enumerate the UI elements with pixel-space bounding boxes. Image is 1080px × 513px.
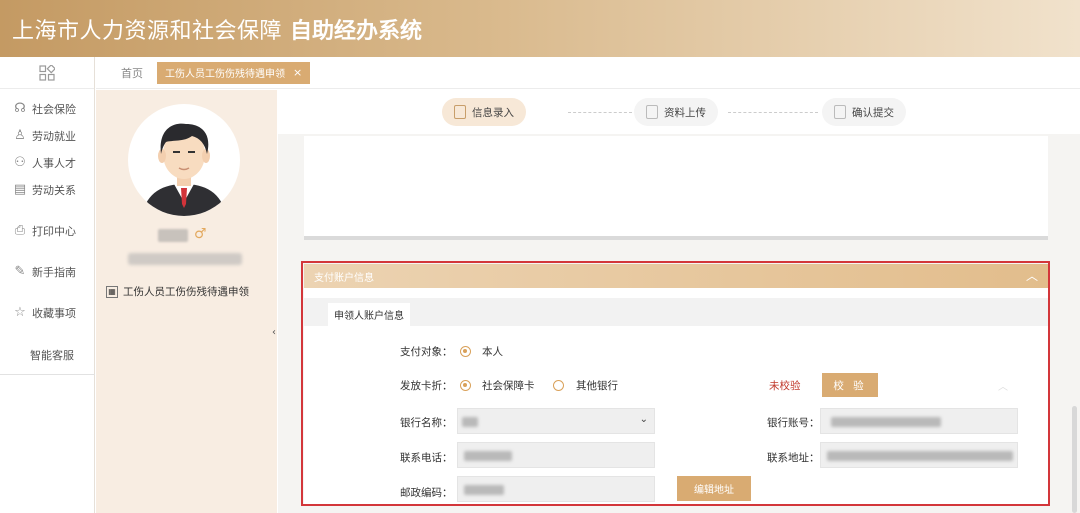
edit-icon: [454, 105, 466, 119]
step-label: 资料上传: [664, 106, 706, 119]
close-icon[interactable]: ×: [293, 66, 302, 79]
nav-label: 社会保险: [32, 102, 76, 116]
nav-label: 新手指南: [32, 265, 76, 279]
nav-item-smart-service[interactable]: 智能客服: [0, 340, 94, 370]
scrollbar[interactable]: [1072, 406, 1077, 513]
star-icon: ☆: [14, 305, 26, 320]
step-connector: [728, 112, 818, 113]
step-info-entry: 信息录入: [442, 98, 526, 126]
app-title: 上海市人力资源和社会保障: [12, 18, 283, 44]
avatar-illustration: [142, 123, 226, 216]
grid-icon: [39, 64, 55, 81]
left-nav: ☊ 社会保险 ♙ 劳动就业 ⚇ 人事人才 ▤ 劳动关系 ⎙ 打印中心 ✎ 新手指…: [0, 57, 95, 513]
printer-icon: ⎙: [14, 223, 26, 238]
tab-strip: 首页 工伤人员工伤伤残待遇申领 ×: [96, 57, 1080, 89]
nav-item-talent[interactable]: ⚇ 人事人才: [0, 149, 94, 176]
tab-injury-benefit[interactable]: 工伤人员工伤伤残待遇申领 ×: [157, 61, 311, 84]
avatar: [128, 104, 240, 216]
edit-icon: ✎: [14, 264, 26, 279]
nav-item-employment[interactable]: ♙ 劳动就业: [0, 122, 94, 149]
app-header: 上海市人力资源和社会保障 自助经办系统: [0, 0, 1080, 57]
document-icon: ▤: [13, 182, 27, 197]
nav-label: 人事人才: [32, 156, 76, 170]
nav-label: 收藏事项: [32, 306, 76, 320]
gender-male-icon: ♂: [194, 226, 207, 242]
nav-item-social-insurance[interactable]: ☊ 社会保险: [0, 95, 94, 122]
form-upper-panel: [304, 136, 1048, 240]
user-id-redacted: [128, 253, 242, 265]
app-subtitle: 自助经办系统: [290, 18, 423, 44]
document-icon: [834, 105, 846, 119]
service-link[interactable]: ▦ 工伤人员工伤伤残待遇申领: [106, 284, 249, 299]
nav-label: 打印中心: [32, 224, 76, 238]
nav-item-guide[interactable]: ✎ 新手指南: [0, 258, 94, 285]
nav-divider: [0, 374, 95, 375]
person-icon: ♙: [14, 128, 26, 143]
step-connector: [568, 112, 632, 113]
step-confirm: 确认提交: [822, 98, 906, 126]
step-label: 确认提交: [852, 106, 894, 119]
document-icon: [646, 105, 658, 119]
step-label: 信息录入: [472, 106, 514, 119]
step-upload: 资料上传: [634, 98, 718, 126]
tab-label: 工伤人员工伤伤残待遇申领: [165, 69, 285, 80]
nav-label: 智能客服: [30, 349, 74, 362]
headset-icon: ☊: [14, 101, 26, 116]
people-icon: ⚇: [14, 155, 26, 170]
nav-item-labor-relations[interactable]: ▤ 劳动关系: [0, 176, 94, 203]
profile-panel: ♂ ▦ 工伤人员工伤伤残待遇申领: [96, 90, 277, 513]
apps-button[interactable]: [0, 57, 94, 89]
nav-item-print-center[interactable]: ⎙ 打印中心: [0, 217, 94, 244]
step-indicator: 信息录入 资料上传 确认提交: [278, 90, 1080, 134]
form-icon: ▦: [106, 285, 118, 298]
nav-item-favorites[interactable]: ☆ 收藏事项: [0, 299, 94, 326]
tab-home[interactable]: 首页: [121, 65, 143, 81]
highlight-box: [301, 261, 1050, 506]
nav-label: 劳动关系: [32, 183, 76, 197]
service-link-label: 工伤人员工伤伤残待遇申领: [123, 286, 249, 298]
nav-label: 劳动就业: [32, 129, 76, 143]
user-name-redacted: [158, 229, 188, 242]
